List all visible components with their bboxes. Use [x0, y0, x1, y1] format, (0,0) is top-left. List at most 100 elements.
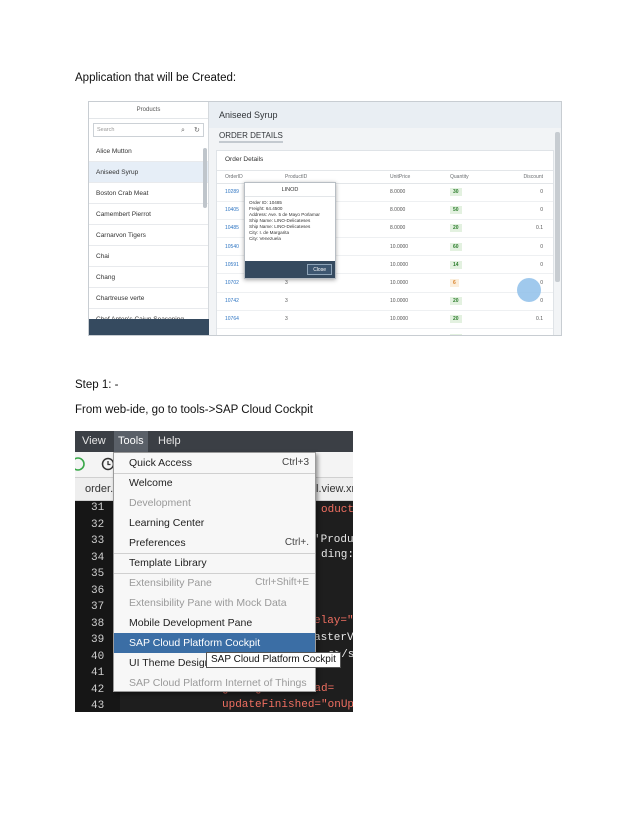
- popover-body: Order ID: 10485 Freight: 64.4500 Address: …: [245, 197, 335, 245]
- discount: 0: [502, 255, 553, 275]
- search-input[interactable]: Search ⌕ ↻: [93, 123, 204, 137]
- master-list: Products Search ⌕ ↻ Alice Mutton Aniseed …: [89, 102, 209, 335]
- search-placeholder: Search: [97, 127, 115, 133]
- unit-price: 8.0000: [382, 219, 442, 239]
- line-number: 35: [91, 568, 105, 580]
- unit-price: 10.0000: [382, 237, 442, 257]
- menu-item-mobile-development-pane[interactable]: Mobile Development Pane: [114, 613, 315, 633]
- list-item[interactable]: Boston Crab Meat: [89, 183, 208, 204]
- line-number: 37: [91, 601, 105, 613]
- table-row[interactable]: 10764 3 10.0000 20 0.1: [217, 310, 553, 330]
- line-number: 43: [91, 700, 105, 712]
- list-item[interactable]: Carnarvon Tigers: [89, 225, 208, 246]
- code-line-43: updateFinished="onUp: [222, 699, 353, 711]
- quantity: 14: [442, 255, 502, 275]
- close-button[interactable]: Close: [307, 264, 332, 275]
- line-number: 34: [91, 551, 105, 564]
- menu-help[interactable]: Help: [158, 431, 181, 452]
- line-number: 39: [91, 634, 105, 646]
- col-quantity: Quantity: [442, 171, 502, 184]
- detail-scrollbar[interactable]: [555, 132, 560, 282]
- code-line-33: 'Produ: [314, 534, 353, 546]
- list-item[interactable]: Chai: [89, 246, 208, 267]
- discount: 0: [502, 183, 553, 202]
- table-row[interactable]: 10742 3 10.0000 20 0: [217, 292, 553, 311]
- search-icon[interactable]: ⌕: [181, 125, 185, 137]
- menu-item-learning-center[interactable]: Learning Center: [114, 513, 315, 533]
- discount: 0: [502, 328, 553, 335]
- run-icon[interactable]: [75, 457, 85, 471]
- line-number: 31: [91, 502, 105, 514]
- order-id-link[interactable]: 10764: [217, 310, 277, 330]
- detail-section-title: ORDER DETAILS: [209, 128, 561, 144]
- tooltip: SAP Cloud Platform Cockpit: [206, 652, 341, 668]
- list-item[interactable]: Alice Mutton: [89, 141, 208, 162]
- quantity: 20: [442, 310, 502, 330]
- step1-heading: Step 1: -: [75, 379, 119, 391]
- discount: 0: [502, 201, 553, 220]
- quantity: 30: [442, 183, 502, 202]
- menu-item-preferences[interactable]: Preferences Ctrl+.: [114, 533, 315, 553]
- master-title: Products: [89, 102, 208, 119]
- refresh-icon[interactable]: ↻: [194, 125, 200, 137]
- menu-tools[interactable]: Tools: [114, 431, 148, 452]
- panel-title: Order Details: [217, 151, 553, 171]
- code-line-38: elay=": [314, 615, 353, 627]
- code-line-31: oducts: [321, 504, 353, 516]
- master-scrollbar[interactable]: [203, 148, 207, 208]
- code-line-34: ding:: [321, 549, 353, 561]
- menu-item-extensibility-pane: Extensibility Pane Ctrl+Shift+E: [114, 573, 315, 593]
- unit-price: 8.0000: [382, 183, 442, 202]
- unit-price: 10.0000: [382, 292, 442, 311]
- quantity: 6: [442, 273, 502, 293]
- menu-item-sap-cloud-platform-internet-of-things: SAP Cloud Platform Internet of Things: [129, 677, 307, 689]
- list-item[interactable]: Camembert Pierrot: [89, 204, 208, 225]
- col-discount: Discount: [502, 171, 553, 184]
- product-id: 3: [277, 292, 382, 311]
- app-screenshot: Products Search ⌕ ↻ Alice Mutton Aniseed …: [88, 101, 562, 336]
- unit-price: 10.0000: [382, 255, 442, 275]
- line-number: 36: [91, 584, 105, 597]
- product-id: 3: [277, 328, 382, 335]
- list-item[interactable]: Aniseed Syrup: [89, 162, 208, 183]
- popover-line: City: Venezuela: [249, 236, 281, 241]
- list-item[interactable]: Chartreuse verte: [89, 288, 208, 309]
- line-number: 42: [91, 683, 105, 696]
- menu-shortcut: Ctrl+Shift+E: [255, 577, 309, 588]
- order-id-link[interactable]: 10849: [217, 328, 277, 335]
- intro-text: Application that will be Created:: [75, 72, 237, 84]
- discount: 0: [502, 237, 553, 257]
- list-item[interactable]: Chang: [89, 267, 208, 288]
- menu-shortcut: Ctrl+.: [284, 537, 309, 548]
- table-row[interactable]: 10849310.0000490: [217, 328, 553, 335]
- order-id-link[interactable]: 10742: [217, 292, 277, 311]
- order-popover: LINOD Order ID: 10485 Freight: 64.4500 Add…: [244, 182, 336, 279]
- discount: 0.1: [502, 310, 553, 330]
- ide-screenshot: View Tools Help order.f l.view.xm 31 32 33…: [75, 431, 353, 712]
- menu-item-welcome[interactable]: Welcome: [114, 473, 315, 493]
- menu-item-extensibility-pane-with-mock-data: Extensibility Pane with Mock Data: [129, 597, 287, 609]
- menu-view[interactable]: View: [82, 431, 106, 452]
- code-line-39: asterV: [314, 632, 353, 644]
- master-footer: [89, 319, 209, 335]
- line-number: 38: [91, 617, 105, 630]
- line-number: 33: [91, 535, 105, 547]
- unit-price: 10.0000: [382, 310, 442, 330]
- quantity: 20: [442, 219, 502, 239]
- menu-item-template-library[interactable]: Template Library: [114, 553, 315, 573]
- col-unitprice: UnitPrice: [382, 171, 442, 184]
- line-number: 32: [91, 518, 105, 531]
- discount: 0.1: [502, 219, 553, 239]
- tab-view-xml[interactable]: l.view.xm: [316, 483, 353, 495]
- menu-item-quick-access[interactable]: Quick Access Ctrl+3: [114, 453, 315, 473]
- menu-item-sap-cloud-platform-cockpit[interactable]: SAP Cloud Platform Cockpit: [114, 633, 315, 653]
- step1-description: From web-ide, go to tools->SAP Cloud Coc…: [75, 404, 313, 416]
- unit-price: 10.0000: [382, 273, 442, 293]
- popover-title: LINOD: [245, 183, 335, 197]
- product-id: 3: [277, 310, 382, 330]
- floating-action-button[interactable]: [517, 278, 541, 302]
- detail-title: Aniseed Syrup: [209, 102, 561, 128]
- menu-item-development: Development: [129, 497, 191, 509]
- tab-order[interactable]: order.f: [85, 483, 116, 495]
- line-number: 41: [91, 667, 105, 679]
